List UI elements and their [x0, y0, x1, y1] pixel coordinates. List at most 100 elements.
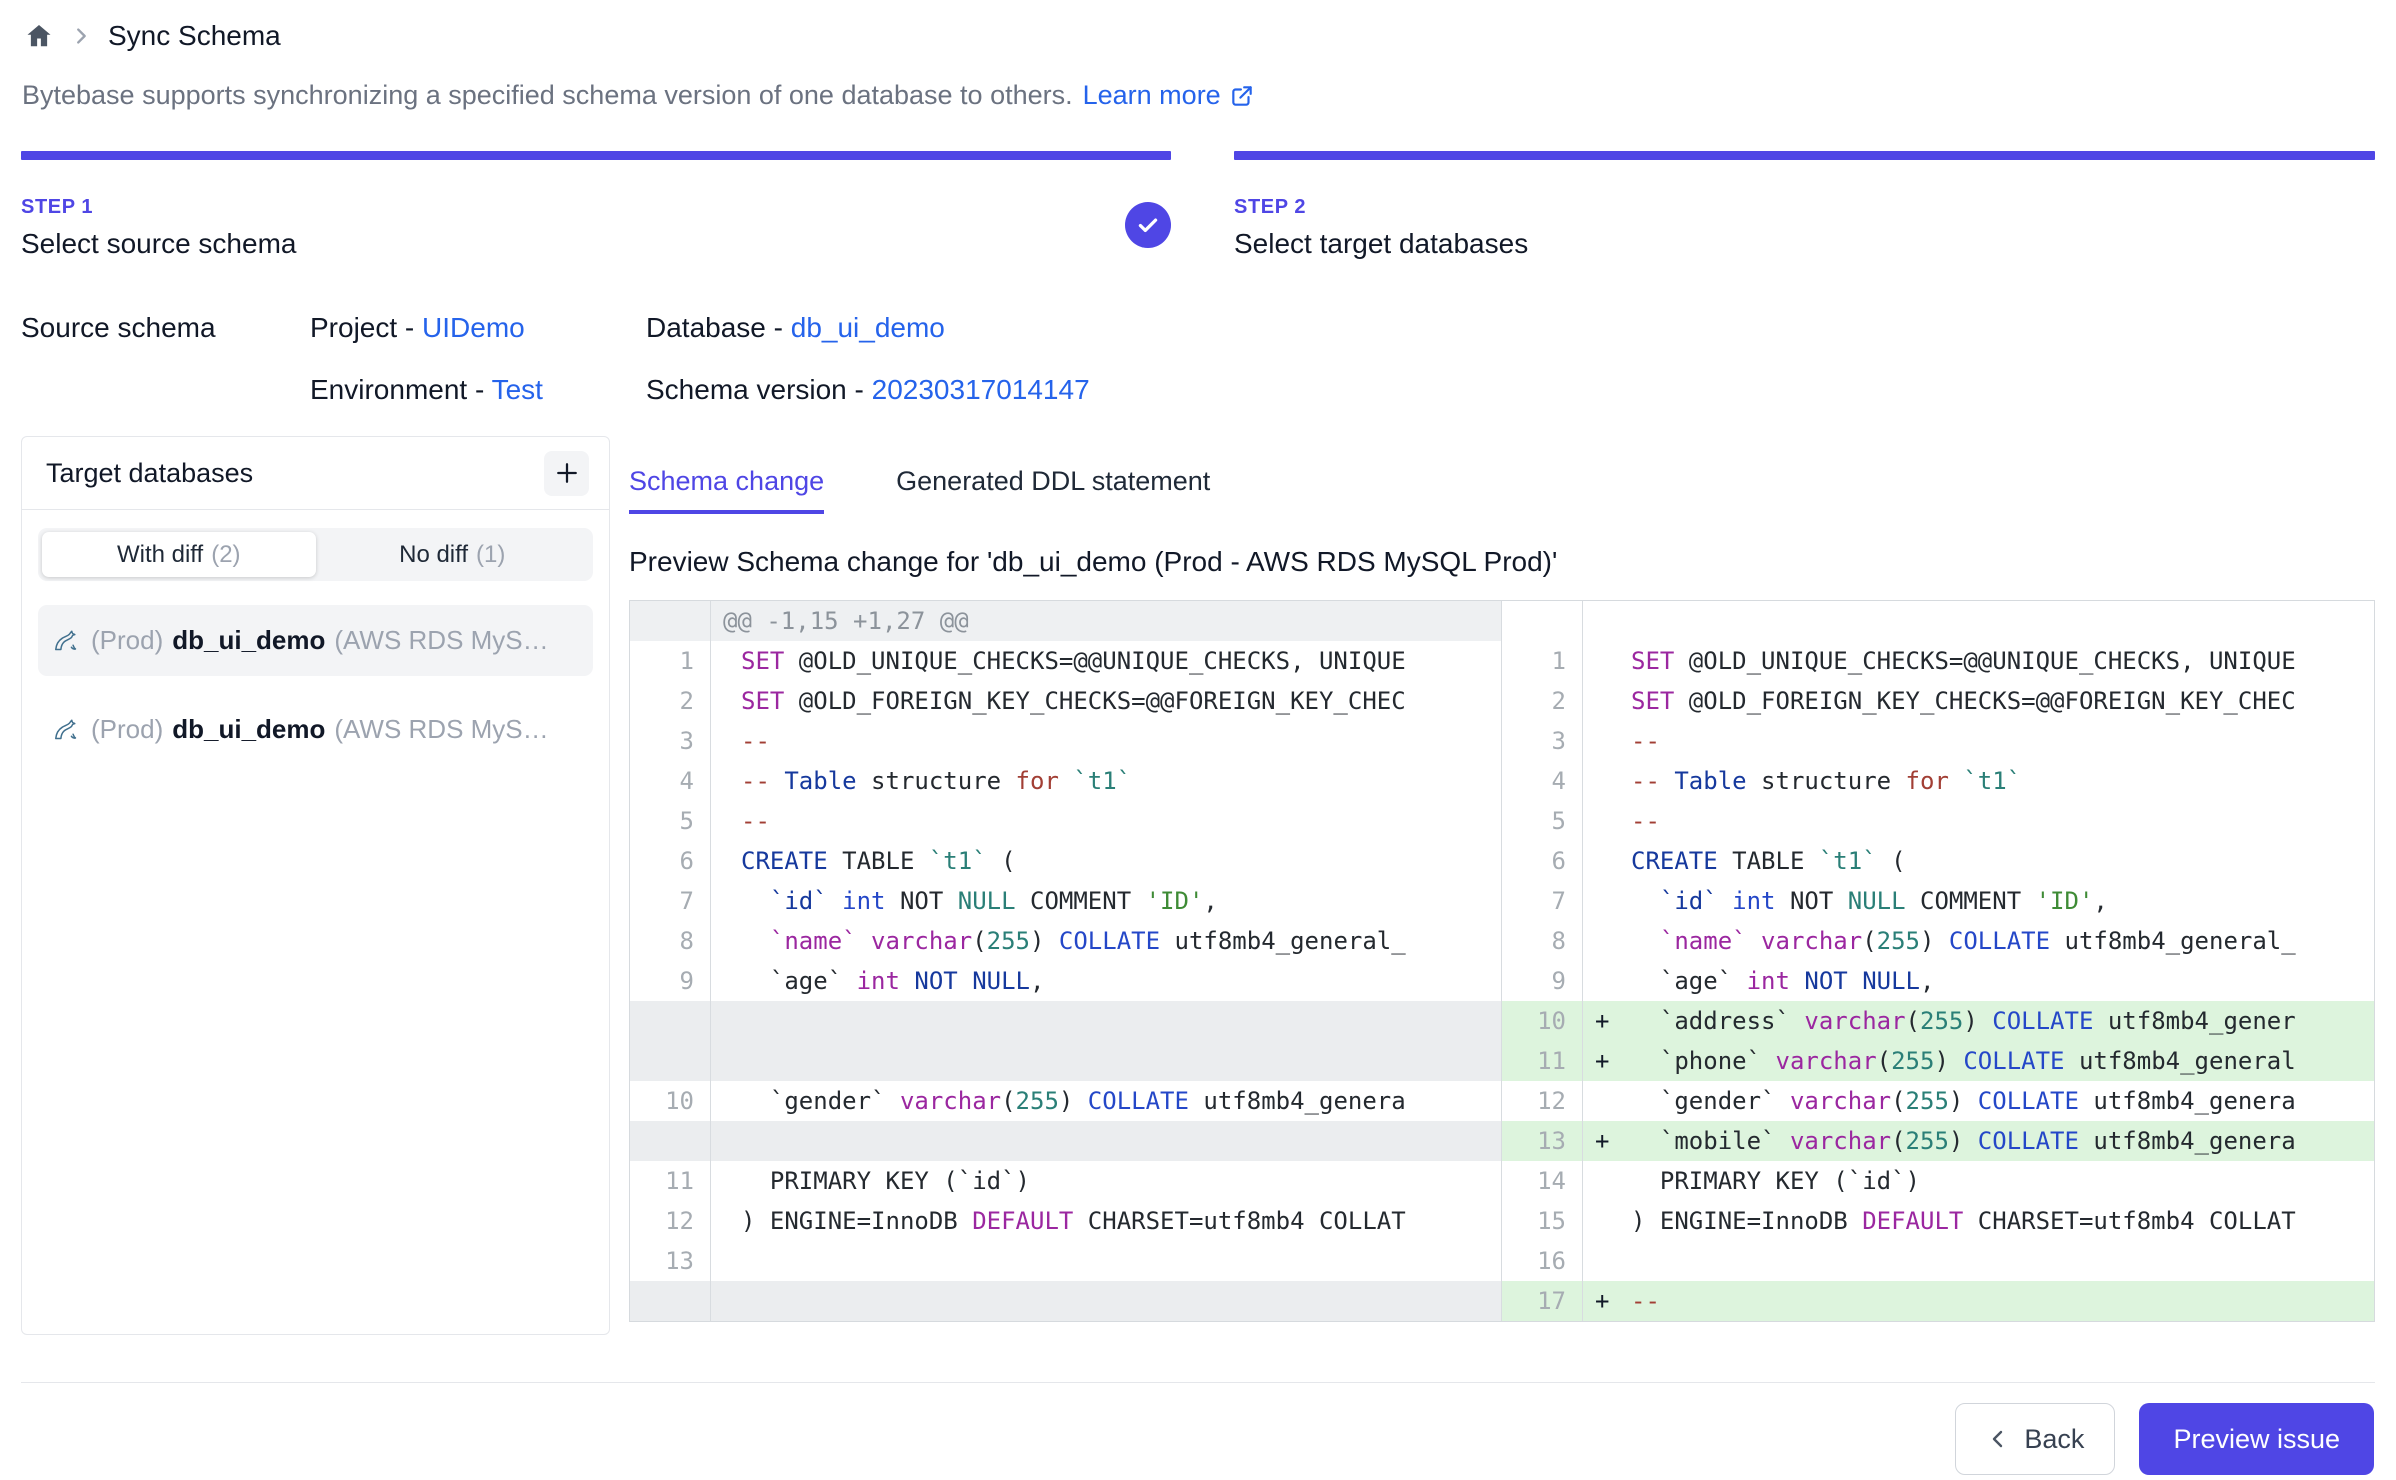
target-db-list: (Prod) db_ui_demo (AWS RDS MyS… (Prod) d… — [38, 605, 593, 765]
source-schema-summary: Source schema Project - UIDemo Database … — [21, 312, 2396, 406]
code-line — [1583, 601, 2374, 641]
line-number: 15 — [1502, 1201, 1583, 1241]
line-number: 14 — [1502, 1161, 1583, 1201]
back-label: Back — [2024, 1424, 2084, 1455]
line-number: 2 — [630, 681, 711, 721]
preview-issue-button[interactable]: Preview issue — [2139, 1403, 2374, 1475]
db-instance: (AWS RDS MyS… — [334, 714, 548, 745]
line-number: 16 — [1502, 1241, 1583, 1281]
diff-row — [1502, 601, 2374, 641]
tab-with-diff[interactable]: With diff(2) — [42, 532, 316, 577]
line-number: 17 — [1502, 1281, 1583, 1321]
diff-sign: + — [1595, 1121, 1631, 1161]
code-line — [711, 1121, 1501, 1161]
line-number: 10 — [630, 1081, 711, 1121]
code-line: ) ENGINE=InnoDB DEFAULT CHARSET=utf8mb4 … — [711, 1201, 1501, 1241]
diff-row: 17+-- — [1502, 1281, 2374, 1321]
diff-row: 2SET @OLD_FOREIGN_KEY_CHECKS=@@FOREIGN_K… — [630, 681, 1501, 721]
code-line: `gender` varchar(255) COLLATE utf8mb4_ge… — [711, 1081, 1501, 1121]
diff-row — [630, 1041, 1501, 1081]
diff-row: 16 — [1502, 1241, 2374, 1281]
diff-pane-left[interactable]: @@ -1,15 +1,27 @@1SET @OLD_UNIQUE_CHECKS… — [630, 601, 1502, 1321]
target-db-item[interactable]: (Prod) db_ui_demo (AWS RDS MyS… — [38, 605, 593, 676]
diff-sign: + — [1595, 1001, 1631, 1041]
add-database-button[interactable] — [544, 451, 589, 496]
line-number: 7 — [630, 881, 711, 921]
diff-row: 4-- Table structure for `t1` — [1502, 761, 2374, 801]
diff-row: 2SET @OLD_FOREIGN_KEY_CHECKS=@@FOREIGN_K… — [1502, 681, 2374, 721]
tab-schema-change[interactable]: Schema change — [629, 466, 824, 514]
step1-progress-bar — [21, 151, 1171, 160]
code-line: -- — [1583, 721, 2374, 761]
step1-title: Select source schema — [21, 228, 1171, 260]
sync-schema-page: Sync Schema Bytebase supports synchroniz… — [0, 0, 2396, 1480]
diff-row: 9 `age` int NOT NULL, — [1502, 961, 2374, 1001]
code-line: `id` int NOT NULL COMMENT 'ID', — [1583, 881, 2374, 921]
code-line: + `mobile` varchar(255) COLLATE utf8mb4_… — [1583, 1121, 2374, 1161]
line-number: 12 — [630, 1201, 711, 1241]
line-number: 11 — [1502, 1041, 1583, 1081]
line-number: 4 — [1502, 761, 1583, 801]
code-line: -- — [711, 721, 1501, 761]
diff-row: 3-- — [1502, 721, 2374, 761]
diff-row — [630, 1001, 1501, 1041]
code-line: +-- — [1583, 1281, 2374, 1321]
line-number: 2 — [1502, 681, 1583, 721]
line-number: 3 — [630, 721, 711, 761]
code-line: + `address` varchar(255) COLLATE utf8mb4… — [1583, 1001, 2374, 1041]
schema-version-link[interactable]: 20230317014147 — [872, 374, 1090, 405]
code-line: CREATE TABLE `t1` ( — [1583, 841, 2374, 881]
target-databases-title: Target databases — [46, 458, 253, 489]
step-indicator: STEP 1 Select source schema STEP 2 Selec… — [21, 151, 2375, 260]
schema-version-field: Schema version - 20230317014147 — [646, 374, 2396, 406]
line-number: 8 — [1502, 921, 1583, 961]
code-line: -- — [1583, 801, 2374, 841]
code-line: -- Table structure for `t1` — [711, 761, 1501, 801]
learn-more-link[interactable]: Learn more — [1083, 80, 1255, 111]
preview-area: Schema change Generated DDL statement Pr… — [629, 436, 2375, 1335]
target-db-item[interactable]: (Prod) db_ui_demo (AWS RDS MyS… — [38, 694, 593, 765]
diff-pane-right[interactable]: 1SET @OLD_UNIQUE_CHECKS=@@UNIQUE_CHECKS,… — [1502, 601, 2374, 1321]
step1-complete-badge — [1125, 202, 1171, 248]
code-line: + `phone` varchar(255) COLLATE utf8mb4_g… — [1583, 1041, 2374, 1081]
step2-progress-bar — [1234, 151, 2375, 160]
line-number: 9 — [630, 961, 711, 1001]
step1-label: STEP 1 — [21, 196, 1171, 219]
diff-row: 5-- — [1502, 801, 2374, 841]
home-icon[interactable] — [24, 21, 54, 51]
project-link[interactable]: UIDemo — [422, 312, 525, 343]
diff-row: 3-- — [630, 721, 1501, 761]
footer-divider — [21, 1382, 2375, 1383]
diff-row: 10 `gender` varchar(255) COLLATE utf8mb4… — [630, 1081, 1501, 1121]
database-link[interactable]: db_ui_demo — [791, 312, 945, 343]
environment-link[interactable]: Test — [492, 374, 543, 405]
line-number: 5 — [630, 801, 711, 841]
code-line: SET @OLD_FOREIGN_KEY_CHECKS=@@FOREIGN_KE… — [711, 681, 1501, 721]
diff-row: @@ -1,15 +1,27 @@ — [630, 601, 1501, 641]
code-line: PRIMARY KEY (`id`) — [1583, 1161, 2374, 1201]
line-number: 13 — [630, 1241, 711, 1281]
diff-viewer: @@ -1,15 +1,27 @@1SET @OLD_UNIQUE_CHECKS… — [629, 600, 2375, 1322]
tab-no-diff[interactable]: No diff(1) — [316, 532, 590, 577]
tab-generated-ddl[interactable]: Generated DDL statement — [896, 466, 1210, 514]
line-number: 5 — [1502, 801, 1583, 841]
line-number — [630, 601, 711, 641]
mysql-icon — [52, 715, 82, 745]
diff-row: 12 `gender` varchar(255) COLLATE utf8mb4… — [1502, 1081, 2374, 1121]
db-instance: (AWS RDS MyS… — [334, 625, 548, 656]
line-number — [630, 1121, 711, 1161]
diff-row: 8 `name` varchar(255) COLLATE utf8mb4_ge… — [1502, 921, 2374, 961]
line-number: 1 — [630, 641, 711, 681]
diff-row: 1SET @OLD_UNIQUE_CHECKS=@@UNIQUE_CHECKS,… — [630, 641, 1501, 681]
diff-row: 5-- — [630, 801, 1501, 841]
back-button[interactable]: Back — [1955, 1403, 2115, 1475]
db-name: db_ui_demo — [172, 625, 325, 656]
diff-filter-tabs: With diff(2) No diff(1) — [38, 528, 593, 581]
main-area: Target databases With diff(2) No diff(1) — [21, 436, 2375, 1335]
diff-sign: + — [1595, 1281, 1631, 1321]
line-number: 11 — [630, 1161, 711, 1201]
diff-row: 7 `id` int NOT NULL COMMENT 'ID', — [630, 881, 1501, 921]
line-number: 4 — [630, 761, 711, 801]
diff-row: 6CREATE TABLE `t1` ( — [630, 841, 1501, 881]
code-line — [711, 1041, 1501, 1081]
